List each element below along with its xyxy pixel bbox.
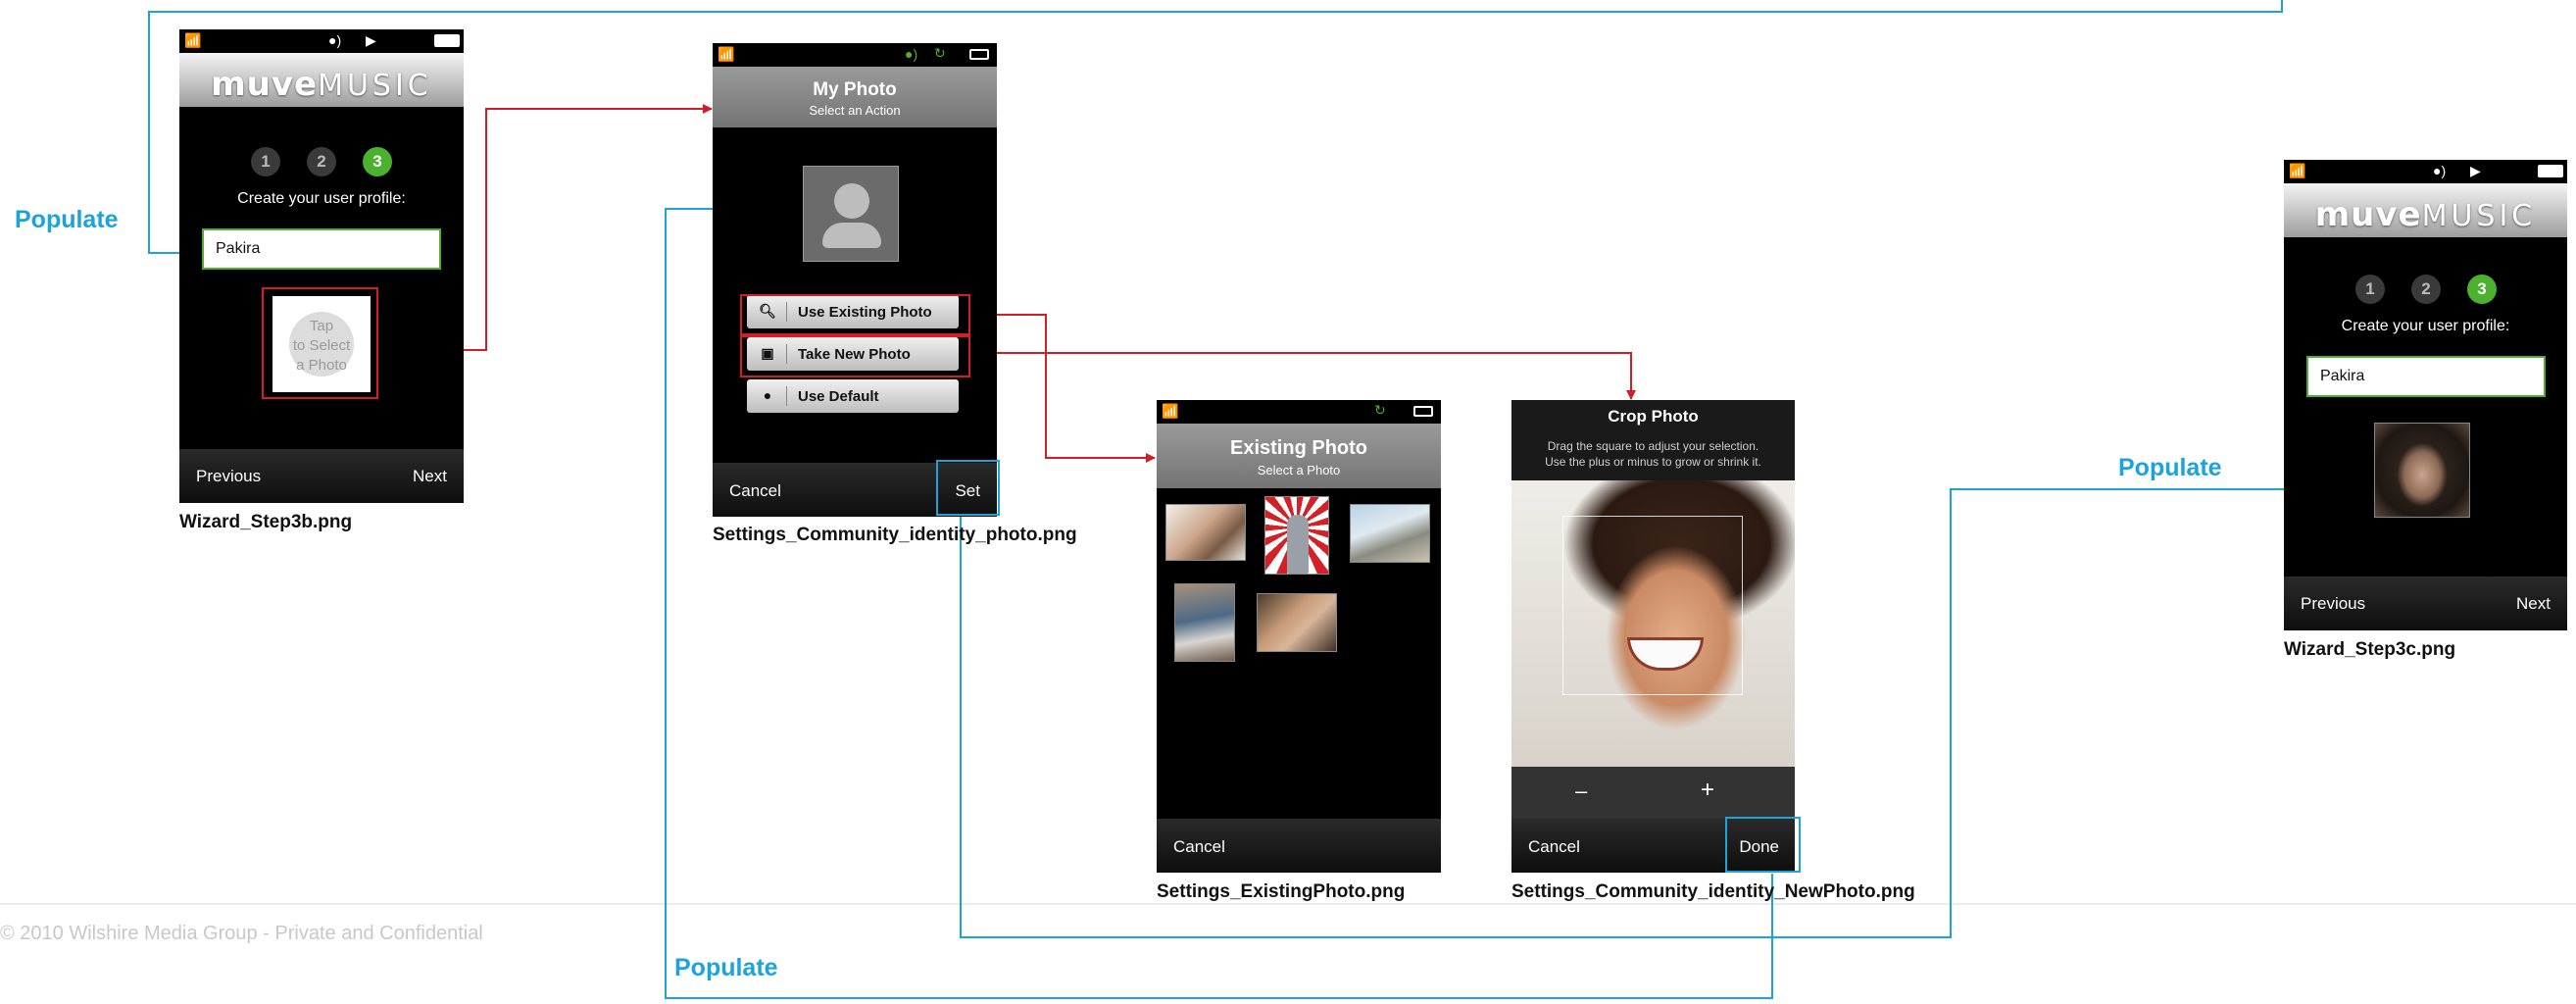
my-photo-titlebar: My Photo Select an Action [713,67,997,127]
populate-label-bottom: Populate [674,954,778,981]
use-default-label: Use Default [798,388,879,405]
populate-label-left: Populate [15,206,119,233]
page-title: Existing Photo [1230,437,1367,459]
page-title: Crop Photo [1608,407,1699,426]
wizard-step3b-caption: Wizard_Step3b.png [179,512,353,532]
highlight-done-button [1725,817,1801,873]
refresh-icon: ↻ [934,45,946,61]
action-bar: Cancel [1157,819,1441,873]
signal-icon: 📶 [184,32,202,48]
selected-profile-photo[interactable] [2374,423,2470,518]
use-default-button[interactable]: ● Use Default [747,379,959,413]
profile-prompt: Create your user profile: [2341,318,2510,334]
sync-icon: ●) [328,32,342,48]
sync-icon: ●) [905,46,918,62]
existing-photo-caption: Settings_ExistingPhoto.png [1157,881,1406,902]
default-avatar [803,166,899,262]
photo-thumbnail[interactable] [1350,504,1430,563]
populate-label-right: Populate [2118,454,2222,481]
next-button[interactable]: Next [2516,594,2551,614]
status-bar: 📶 ●) ▶ [2284,160,2567,183]
signal-icon: 📶 [718,46,735,62]
signal-icon: 📶 [2289,163,2306,178]
avatar-head [834,183,869,219]
muve-music-logo: muveMUSIC [2314,195,2537,234]
battery-icon [1413,406,1433,417]
my-photo-screen: 📶 ●) ↻ My Photo Select an Action 🔍︎ Use … [713,43,997,517]
highlight-set-button [936,460,1000,516]
battery-icon [434,34,460,47]
avatar-body [822,223,881,248]
photo-thumbnail-subject [1287,515,1309,574]
photo-thumbnail[interactable] [1165,504,1246,561]
identity-photo-caption: Settings_Community_identity_photo.png [713,525,1077,545]
highlight-take-new [740,335,970,377]
refresh-icon: ↻ [1374,402,1386,418]
highlight-use-existing [740,294,970,335]
new-photo-caption: Settings_Community_identity_NewPhoto.png [1511,881,1915,902]
step-indicator-2: 2 [307,147,336,176]
next-button[interactable]: Next [413,467,447,486]
existing-photo-screen: 📶 ↻ Existing Photo Select a Photo Cancel [1157,400,1441,873]
copyright-footer: © 2010 Wilshire Media Group - Private an… [0,923,483,944]
page-subtitle: Select an Action [809,103,901,118]
cancel-button[interactable]: Cancel [1528,837,1580,857]
signal-icon: 📶 [1162,403,1179,419]
page-subtitle: Select a Photo [1257,463,1341,477]
step-indicator-2: 2 [2411,275,2441,304]
muve-music-logo: muveMUSIC [211,65,432,104]
photo-thumbnail[interactable] [1174,583,1235,662]
play-icon: ▶ [366,32,376,48]
crop-titlebar: Crop Photo Drag the square to adjust you… [1511,400,1795,480]
wizard-step3c-caption: Wizard_Step3c.png [2284,639,2456,660]
existing-photo-titlebar: Existing Photo Select a Photo [1157,424,1441,488]
sync-icon: ●) [2433,163,2447,178]
cancel-button[interactable]: Cancel [1173,837,1225,857]
previous-button[interactable]: Previous [2301,594,2365,614]
crop-photo-screen: Crop Photo Drag the square to adjust you… [1511,400,1795,873]
muve-header: muveMUSIC [179,53,464,107]
crop-selection-square[interactable] [1562,516,1743,695]
status-bar: 📶 ●) ▶ [179,29,464,53]
cancel-button[interactable]: Cancel [729,481,781,501]
step-indicator-3: 3 [363,147,392,176]
step-indicator-1: 1 [251,147,280,176]
blue-connector-top [148,0,2283,258]
username-field[interactable]: Pakira [2306,356,2546,397]
profile-prompt: Create your user profile: [237,190,406,207]
status-bar: 📶 ●) ↻ [713,43,997,67]
muve-header: muveMUSIC [2284,183,2567,237]
wizard-nav-bar: Previous Next [2284,577,2567,630]
battery-icon [2538,165,2563,177]
play-icon: ▶ [2470,163,2481,178]
username-field[interactable]: Pakira [202,228,441,270]
battery-icon [969,49,989,60]
photo-thumbnail[interactable] [1257,593,1337,652]
wizard-nav-bar: Previous Next [179,449,464,503]
highlight-photo-tile [262,287,378,399]
photo-thumbnail[interactable] [1264,496,1329,575]
zoom-in-button[interactable]: + [1701,777,1714,804]
crop-instructions-line-1: Drag the square to adjust your selection… [1547,439,1759,453]
wizard-step3b-screen: 📶 ●) ▶ muveMUSIC 1 2 3 Create your user … [179,29,464,503]
step-indicator-1: 1 [2355,275,2385,304]
wizard-step3c-screen: 📶 ●) ▶ muveMUSIC 1 2 3 Create your user … [2284,160,2567,630]
status-bar: 📶 ↻ [1157,400,1441,424]
zoom-control-bar: – + [1511,767,1795,819]
step-indicator-3: 3 [2467,275,2497,304]
person-icon: ● [763,387,772,403]
previous-button[interactable]: Previous [196,467,261,486]
red-connector-new [966,352,1636,400]
zoom-out-button[interactable]: – [1575,778,1587,804]
crop-instructions-line-2: Use the plus or minus to grow or shrink … [1545,455,1761,469]
page-title: My Photo [813,79,897,100]
